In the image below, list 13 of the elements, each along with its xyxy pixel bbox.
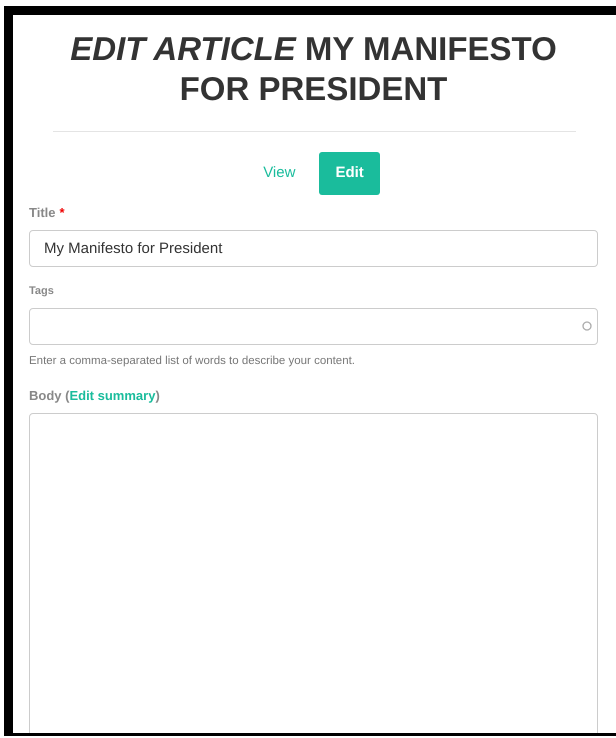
field-label: Tags bbox=[29, 284, 54, 299]
field-label: Title bbox=[29, 204, 56, 222]
edit-summary-link[interactable]: Edit summary bbox=[69, 388, 156, 403]
required-mark: * bbox=[60, 204, 65, 222]
title-input[interactable]: My Manifesto for President bbox=[29, 230, 598, 267]
tab[interactable]: View bbox=[247, 152, 312, 194]
page-heading: EDIT ARTICLE MY MANIFESTO FOR PRESIDENT bbox=[69, 29, 558, 109]
field-description: Enter a comma-separated list of words to describe your content. bbox=[29, 354, 356, 368]
autocomplete-icon bbox=[582, 321, 592, 331]
body-textarea[interactable] bbox=[29, 413, 598, 733]
tags-input[interactable] bbox=[29, 308, 598, 344]
field-label: Body (Edit summary) bbox=[29, 386, 160, 405]
tab[interactable]: Edit bbox=[319, 152, 380, 194]
